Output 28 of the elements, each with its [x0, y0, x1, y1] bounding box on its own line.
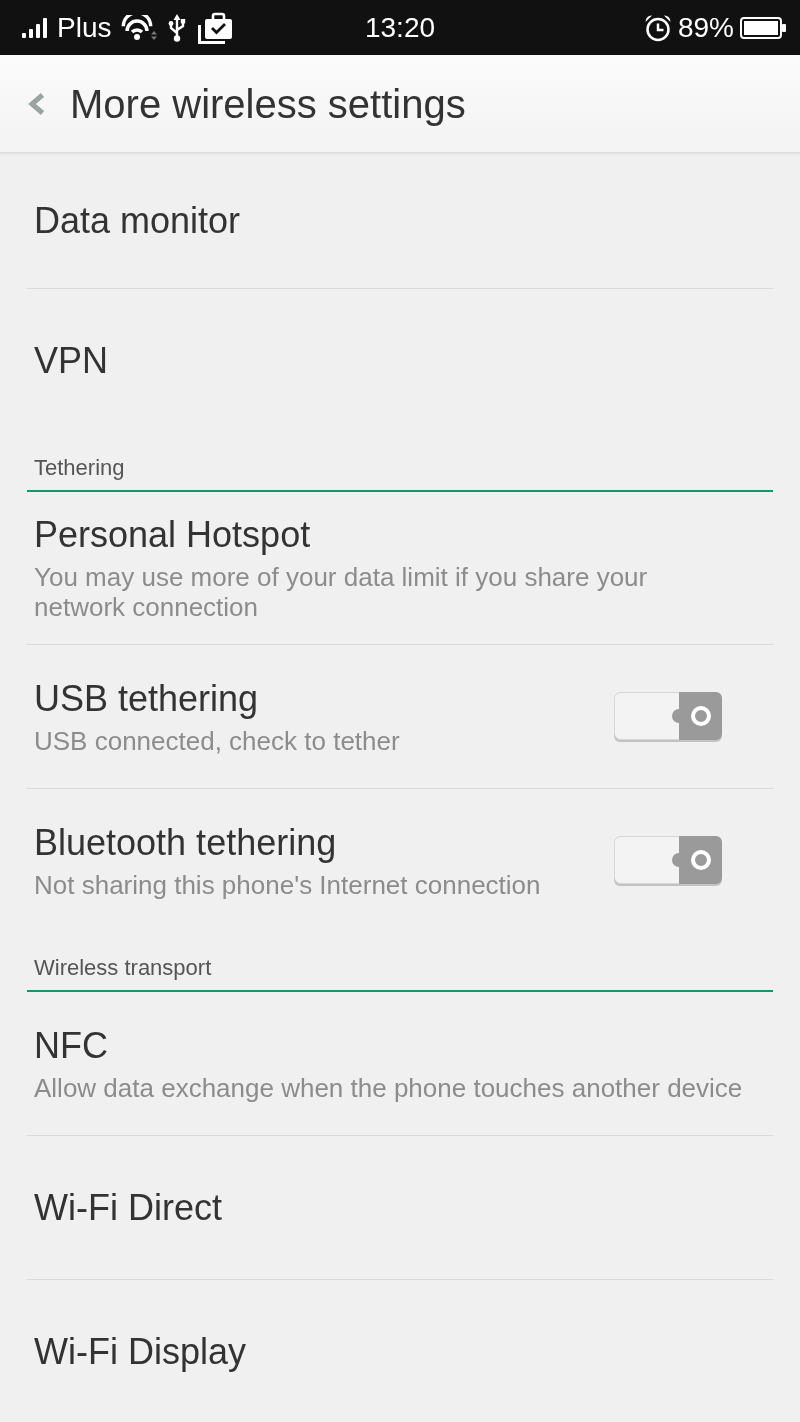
item-title[interactable]: VPN [34, 340, 109, 382]
item-description: USB connected, check to tether [34, 725, 400, 756]
item-title[interactable]: Personal Hotspot [34, 514, 311, 556]
carrier-name: Plus [57, 11, 112, 44]
toggle-switch[interactable] [613, 835, 723, 887]
item-title[interactable]: Bluetooth tethering [34, 822, 337, 864]
item-title[interactable]: Data monitor [34, 199, 241, 242]
clipboard-check-icon [197, 11, 234, 44]
page-title: More wireless settings [70, 80, 466, 128]
battery-icon [740, 16, 786, 39]
item-title[interactable]: Wi-Fi Direct [34, 1186, 222, 1229]
signal-icon [22, 17, 47, 38]
clock-time: 13:20 [364, 11, 436, 44]
alarm-clock-icon [643, 13, 672, 42]
section-header: Tethering [34, 455, 125, 481]
item-title[interactable]: Wi-Fi Display [34, 1331, 246, 1373]
battery-percent: 89% [677, 11, 734, 44]
item-description: You may use more of your data limit if you share your network connection [34, 562, 649, 622]
toggle-switch[interactable] [613, 690, 723, 743]
item-title[interactable]: NFC [34, 1024, 108, 1067]
item-title[interactable]: USB tethering [34, 677, 259, 720]
back-button[interactable] [27, 92, 45, 115]
chevron-left-icon [27, 92, 45, 115]
usb-icon [167, 13, 188, 42]
item-description: Allow data exchange when the phone touches another device [34, 1072, 743, 1103]
section-header: Wireless transport [34, 955, 212, 981]
wifi-icon [121, 14, 158, 41]
item-description: Not sharing this phone's Internet connection [34, 870, 541, 900]
